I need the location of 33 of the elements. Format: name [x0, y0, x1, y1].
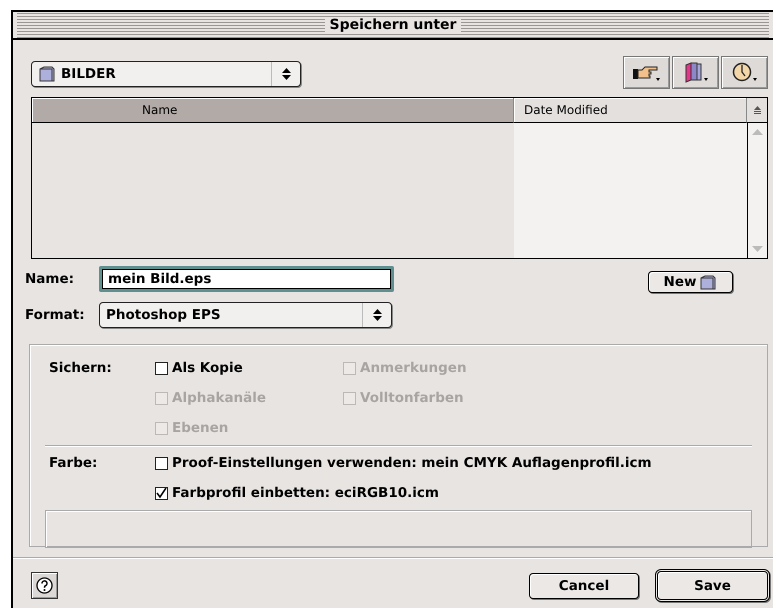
checkbox-label: Volltonfarben — [360, 390, 464, 406]
window-title: Speichern unter — [324, 17, 462, 33]
checkbox[interactable] — [155, 456, 168, 470]
section-label: Farbe: — [49, 454, 98, 473]
new-folder-button[interactable]: New — [648, 271, 733, 293]
checkbox-label: Alphakanäle — [172, 390, 266, 406]
favorites-button[interactable] — [672, 56, 719, 89]
checkbox[interactable] — [155, 486, 168, 500]
up-down-arrows-icon — [372, 309, 382, 321]
format-popup[interactable]: Photoshop EPS — [99, 302, 392, 328]
column-header[interactable]: Name — [32, 98, 514, 123]
column-header[interactable]: Date Modified — [514, 98, 747, 123]
section-label: Sichern: — [49, 359, 113, 378]
shortcuts-button[interactable] — [623, 56, 670, 89]
recent-button[interactable] — [721, 56, 768, 89]
checkbox[interactable] — [155, 362, 168, 374]
name-label: Name: — [25, 271, 76, 287]
checkbox-label: Anmerkungen — [360, 360, 467, 376]
name-field[interactable]: mein Bild.eps — [99, 266, 394, 292]
checkbox-label: Proof-Einstellungen verwenden: mein CMYK Auflagenprofil.icm — [172, 455, 652, 471]
format-label: Format: — [25, 307, 86, 323]
location-popup[interactable]: BILDER — [31, 60, 301, 86]
checkbox-label: Als Kopie — [172, 360, 243, 376]
folder-icon — [699, 274, 718, 290]
checkbox-label: Ebenen — [172, 420, 228, 436]
sort-order-icon[interactable] — [752, 106, 762, 114]
help-button[interactable] — [31, 572, 58, 599]
folder-icon — [38, 64, 56, 82]
help-icon — [36, 577, 53, 594]
up-down-arrows-icon — [282, 68, 290, 80]
checkbox-label: Farbprofil einbetten: eciRGB10.icm — [172, 485, 439, 501]
dialog-button[interactable]: Save — [655, 569, 770, 602]
dialog-button[interactable]: Cancel — [529, 572, 639, 598]
